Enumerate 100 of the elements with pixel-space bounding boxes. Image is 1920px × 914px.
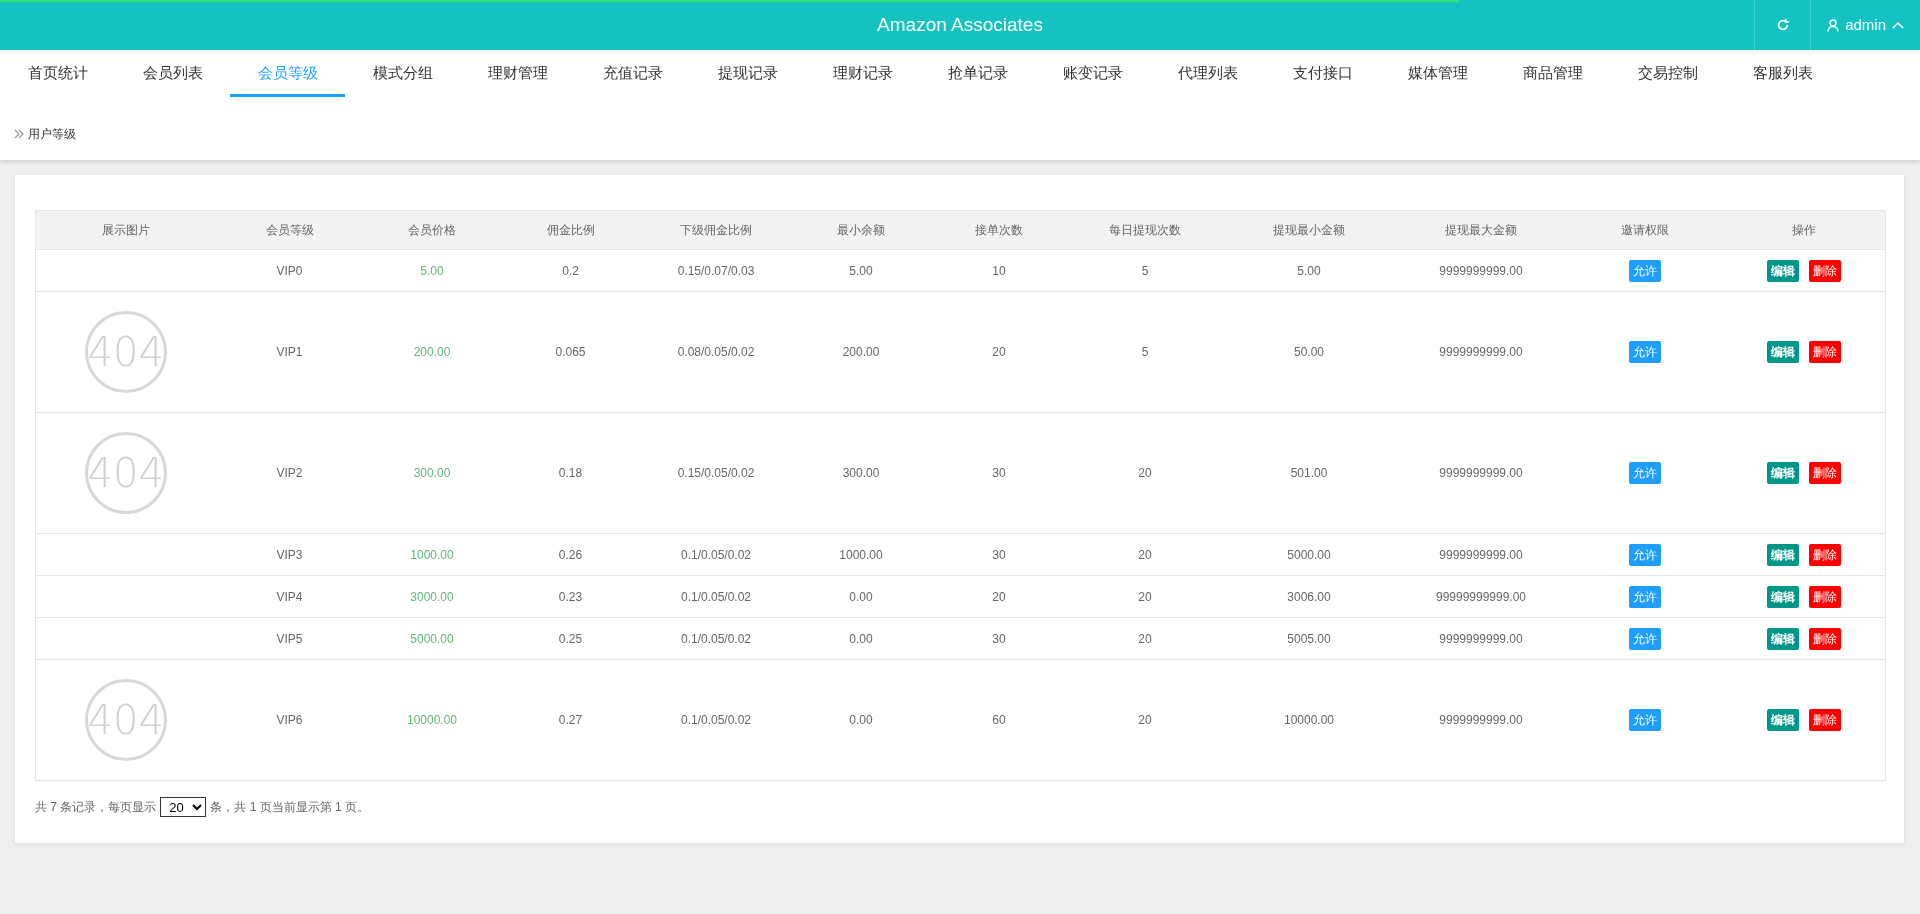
table-cell: 5.00 <box>849 263 873 278</box>
table-cell: 10 <box>992 263 1006 278</box>
breadcrumb: 用户等级 <box>28 126 76 143</box>
allow-tag[interactable]: 允许 <box>1628 627 1661 650</box>
column-header: 每日提现次数 <box>1109 223 1181 237</box>
nav-tab[interactable]: 充值记录 <box>575 50 690 97</box>
nav-tab[interactable]: 会员列表 <box>115 50 230 97</box>
table-cell: 9999999999.00 <box>1439 631 1523 646</box>
table-cell: 5005.00 <box>1287 631 1331 646</box>
table-cell: 3006.00 <box>1287 589 1331 604</box>
table-cell: 20 <box>992 345 1006 359</box>
table-cell: VIP5 <box>276 631 303 646</box>
table-cell: 5.00 <box>1297 263 1321 278</box>
nav-tab[interactable]: 理财记录 <box>805 50 920 97</box>
table-cell: 3000.00 <box>410 589 454 604</box>
table-cell: 200.00 <box>413 345 451 359</box>
allow-tag[interactable]: 允许 <box>1628 341 1661 363</box>
table-cell: 300.00 <box>413 466 451 480</box>
table-cell: 0.25 <box>558 631 583 646</box>
nav-tab[interactable]: 账变记录 <box>1035 50 1150 97</box>
allow-tag[interactable]: 允许 <box>1628 709 1661 731</box>
table-cell: 0.15/0.07/0.03 <box>677 263 755 278</box>
refresh-icon <box>1775 18 1790 32</box>
pagination-summary: 共 7 条记录，每页显示 <box>35 799 157 816</box>
user-icon <box>1827 18 1840 32</box>
table-cell: 60 <box>992 713 1006 727</box>
nav-tab[interactable]: 商品管理 <box>1495 50 1610 97</box>
table-cell: 0.00 <box>849 713 873 727</box>
table-cell: 5.00 <box>420 263 444 278</box>
table-cell: 1000.00 <box>410 547 454 562</box>
app-title: Amazon Associates <box>877 13 1043 37</box>
allow-tag[interactable]: 允许 <box>1628 543 1661 566</box>
page-size-select[interactable]: 20 <box>160 797 207 817</box>
table-cell: 5000.00 <box>410 631 454 646</box>
table-cell: 5 <box>1141 345 1149 359</box>
column-header: 佣金比例 <box>546 223 595 237</box>
column-header: 展示图片 <box>101 223 150 237</box>
edit-button[interactable]: 编辑 <box>1766 341 1799 363</box>
table-cell: 0.18 <box>558 466 583 480</box>
table-cell: 30 <box>992 547 1006 562</box>
edit-button[interactable]: 编辑 <box>1766 543 1799 566</box>
table-cell: 0.26 <box>558 547 583 562</box>
nav-tab[interactable]: 首页统计 <box>0 50 115 97</box>
column-header: 邀请权限 <box>1620 223 1669 237</box>
table-cell: 10000.00 <box>1283 713 1335 727</box>
nav-tab[interactable]: 支付接口 <box>1265 50 1380 97</box>
nav-tab[interactable]: 提现记录 <box>690 50 805 97</box>
edit-button[interactable]: 编辑 <box>1766 709 1799 731</box>
table-cell: 501.00 <box>1290 466 1328 480</box>
column-header: 提现最大金额 <box>1445 223 1517 237</box>
table-cell: 20 <box>1138 466 1152 480</box>
delete-button[interactable]: 删除 <box>1808 627 1841 650</box>
table-cell: VIP2 <box>276 466 303 480</box>
edit-button[interactable]: 编辑 <box>1766 462 1799 484</box>
delete-button[interactable]: 删除 <box>1808 543 1841 566</box>
nav-tab[interactable]: 抢单记录 <box>920 50 1035 97</box>
edit-button[interactable]: 编辑 <box>1766 259 1799 282</box>
nav-tab[interactable]: 客服列表 <box>1725 50 1840 97</box>
nav-tab[interactable]: 会员等级 <box>230 50 345 97</box>
column-header: 操作 <box>1791 223 1816 237</box>
table-cell: 0.27 <box>558 713 583 727</box>
table-cell: 0.08/0.05/0.02 <box>677 345 755 359</box>
table-cell: 0.15/0.05/0.02 <box>677 466 755 480</box>
nav-tab[interactable]: 交易控制 <box>1610 50 1725 97</box>
table-cell: 9999999999.00 <box>1439 713 1523 727</box>
table-cell: 99999999999.00 <box>1435 589 1527 604</box>
delete-button[interactable]: 删除 <box>1808 259 1841 282</box>
allow-tag[interactable]: 允许 <box>1628 585 1661 608</box>
delete-button[interactable]: 删除 <box>1808 709 1841 731</box>
column-header: 提现最小金额 <box>1273 223 1345 237</box>
column-header: 下级佣金比例 <box>680 223 752 237</box>
allow-tag[interactable]: 允许 <box>1628 462 1661 484</box>
table-cell: 20 <box>1138 547 1152 562</box>
nav-tab[interactable]: 代理列表 <box>1150 50 1265 97</box>
nav-tab[interactable]: 媒体管理 <box>1380 50 1495 97</box>
table-cell: 0.1/0.05/0.02 <box>680 631 752 646</box>
table-cell: VIP0 <box>276 263 303 278</box>
table-cell: 9999999999.00 <box>1439 345 1523 359</box>
edit-button[interactable]: 编辑 <box>1766 585 1799 608</box>
nav-tab[interactable]: 模式分组 <box>345 50 460 97</box>
table-cell: 5000.00 <box>1287 547 1331 562</box>
allow-tag[interactable]: 允许 <box>1628 259 1661 282</box>
table-cell: 20 <box>1138 631 1152 646</box>
column-header: 会员价格 <box>408 223 456 237</box>
table-cell: 0.1/0.05/0.02 <box>680 547 752 562</box>
table-cell: 200.00 <box>842 345 880 359</box>
table-cell: 10000.00 <box>406 713 458 727</box>
table-cell: VIP4 <box>276 589 303 604</box>
edit-button[interactable]: 编辑 <box>1766 627 1799 650</box>
double-chevron-icon <box>14 129 24 139</box>
table-cell: 9999999999.00 <box>1439 547 1523 562</box>
table-cell: 0.2 <box>562 263 579 278</box>
delete-button[interactable]: 删除 <box>1808 341 1841 363</box>
table-cell: 20 <box>992 589 1006 604</box>
table-cell: VIP6 <box>276 713 303 727</box>
delete-button[interactable]: 删除 <box>1808 462 1841 484</box>
table-cell: 20 <box>1138 589 1152 604</box>
table-cell: 0.1/0.05/0.02 <box>680 713 752 727</box>
delete-button[interactable]: 删除 <box>1808 585 1841 608</box>
nav-tab[interactable]: 理财管理 <box>460 50 575 97</box>
